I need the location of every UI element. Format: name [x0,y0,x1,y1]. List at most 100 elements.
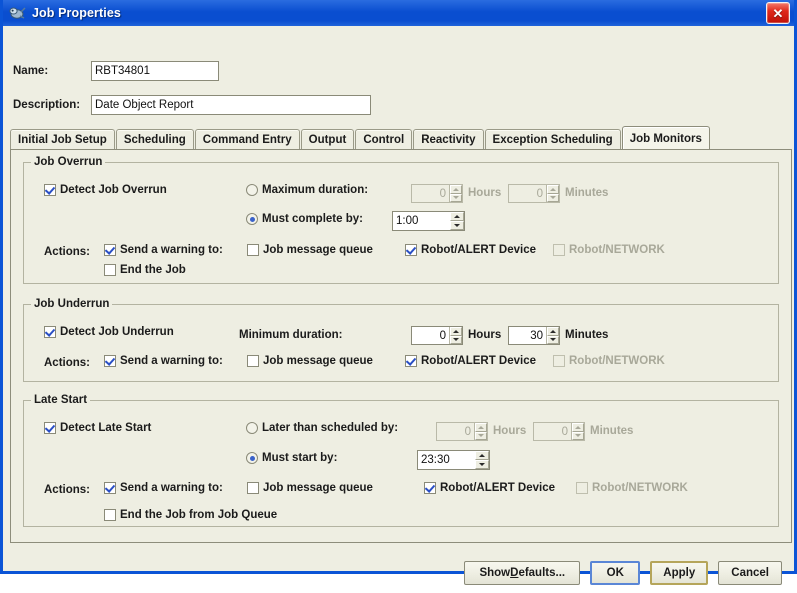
checkbox-icon [405,355,417,367]
show-defaults-pre: Show [479,567,511,579]
tab-initial-job-setup[interactable]: Initial Job Setup [10,129,115,150]
ok-button[interactable]: OK [590,561,641,585]
maximum-duration-radio[interactable]: Maximum duration: [246,184,368,196]
must-start-by-label: Must start by: [262,452,338,464]
close-icon[interactable]: ✕ [766,2,790,24]
late-start-robot-alert-label: Robot/ALERT Device [440,482,556,494]
checkbox-icon [405,244,417,256]
overrun-minutes-unit: Minutes [565,187,609,199]
later-than-scheduled-radio[interactable]: Later than scheduled by: [246,422,398,434]
underrun-robot-alert-label: Robot/ALERT Device [421,355,537,367]
checkbox-icon [44,326,56,338]
checkbox-icon [247,482,259,494]
overrun-max-hours-value: 0 [439,187,446,200]
checkbox-icon [104,482,116,494]
late-start-hours-spinner[interactable]: 0 [436,422,488,441]
must-complete-by-label: Must complete by: [262,213,363,225]
job-monitors-panel: Job Overrun Detect Job Overrun Maximum d… [10,149,792,543]
radio-icon [246,184,258,196]
checkbox-icon [424,482,436,494]
spinner-arrows[interactable] [546,185,559,202]
overrun-end-the-job-checkbox[interactable]: End the Job [104,264,186,276]
tab-exception-scheduling[interactable]: Exception Scheduling [484,129,621,150]
spinner-arrows[interactable] [449,185,462,202]
title-bar[interactable]: Job Properties ✕ [3,0,794,26]
underrun-robot-network-label: Robot/NETWORK [569,355,665,367]
tab-command-entry[interactable]: Command Entry [194,129,300,150]
checkbox-icon [104,264,116,276]
overrun-robot-alert-label: Robot/ALERT Device [421,244,537,256]
underrun-hours-unit: Hours [468,329,502,341]
late-start-minutes-value: 0 [561,425,568,438]
underrun-robot-alert-checkbox[interactable]: Robot/ALERT Device [405,355,536,367]
tab-job-monitors[interactable]: Job Monitors [621,126,710,150]
cancel-button[interactable]: Cancel [718,561,782,585]
late-start-minutes-spinner[interactable]: 0 [533,422,585,441]
radio-icon [246,213,258,225]
spinner-arrows[interactable] [546,327,559,344]
must-complete-by-radio[interactable]: Must complete by: [246,213,363,225]
overrun-max-hours-spinner[interactable]: 0 [411,184,463,203]
overrun-max-minutes-spinner[interactable]: 0 [508,184,560,203]
overrun-end-the-job-label: End the Job [120,264,186,276]
checkbox-icon [553,244,565,256]
apply-button[interactable]: Apply [650,561,709,585]
checkbox-icon [247,355,259,367]
underrun-min-minutes-spinner[interactable]: 30 [508,326,560,345]
spinner-arrows[interactable] [475,451,489,469]
overrun-send-warning-checkbox[interactable]: Send a warning to: [104,244,223,256]
dialog-content: Name: Description: Initial Job Setup Sch… [3,26,794,585]
underrun-robot-network-checkbox: Robot/NETWORK [553,355,665,367]
tab-scheduling[interactable]: Scheduling [115,129,194,150]
tab-strip: Initial Job Setup Scheduling Command Ent… [10,126,792,150]
checkbox-icon [104,244,116,256]
underrun-job-message-queue-checkbox[interactable]: Job message queue [247,355,373,367]
detect-job-underrun-checkbox[interactable]: Detect Job Underrun [44,326,174,338]
spinner-arrows[interactable] [449,327,462,344]
description-label: Description: [13,99,81,111]
late-start-job-message-queue-checkbox[interactable]: Job message queue [247,482,373,494]
description-input[interactable] [91,95,371,115]
spinner-arrows[interactable] [474,423,487,440]
spinner-arrows[interactable] [571,423,584,440]
detect-job-overrun-checkbox[interactable]: Detect Job Overrun [44,184,167,196]
tab-output[interactable]: Output [300,129,355,150]
checkbox-icon [104,355,116,367]
overrun-robot-alert-checkbox[interactable]: Robot/ALERT Device [405,244,536,256]
late-start-minutes-unit: Minutes [590,425,634,437]
tab-control[interactable]: Control [355,129,413,150]
name-row: Name: [13,61,219,81]
overrun-robot-network-checkbox: Robot/NETWORK [553,244,665,256]
checkbox-icon [553,355,565,367]
checkbox-icon [576,482,588,494]
underrun-min-hours-spinner[interactable]: 0 [411,326,463,345]
name-label: Name: [13,65,49,77]
spinner-arrows[interactable] [450,212,464,230]
tab-reactivity[interactable]: Reactivity [413,129,484,150]
late-start-title: Late Start [31,394,91,406]
window-title: Job Properties [32,6,121,20]
must-start-by-time-value: 23:30 [421,454,450,466]
detect-job-overrun-label: Detect Job Overrun [60,184,167,196]
must-start-by-radio[interactable]: Must start by: [246,452,337,464]
overrun-max-minutes-value: 0 [536,187,543,200]
must-complete-by-time-spinner[interactable]: 1:00 [392,211,465,231]
late-start-hours-value: 0 [464,425,471,438]
late-start-end-job-queue-checkbox[interactable]: End the Job from Job Queue [104,509,277,521]
name-input[interactable] [91,61,219,81]
checkbox-icon [44,184,56,196]
late-start-group: Late Start Detect Late Start Later than … [23,394,779,527]
overrun-job-message-queue-checkbox[interactable]: Job message queue [247,244,373,256]
late-start-send-warning-checkbox[interactable]: Send a warning to: [104,482,223,494]
job-properties-window: Job Properties ✕ Name: Description: Init… [0,0,797,585]
show-defaults-button[interactable]: Show Defaults... [464,561,581,585]
underrun-send-warning-checkbox[interactable]: Send a warning to: [104,355,223,367]
must-start-by-time-spinner[interactable]: 23:30 [417,450,490,470]
maximum-duration-label: Maximum duration: [262,184,369,196]
late-start-robot-alert-checkbox[interactable]: Robot/ALERT Device [424,482,555,494]
job-underrun-title: Job Underrun [31,298,113,310]
overrun-hours-unit: Hours [468,187,502,199]
late-start-robot-network-checkbox: Robot/NETWORK [576,482,688,494]
detect-late-start-checkbox[interactable]: Detect Late Start [44,422,151,434]
checkbox-icon [247,244,259,256]
